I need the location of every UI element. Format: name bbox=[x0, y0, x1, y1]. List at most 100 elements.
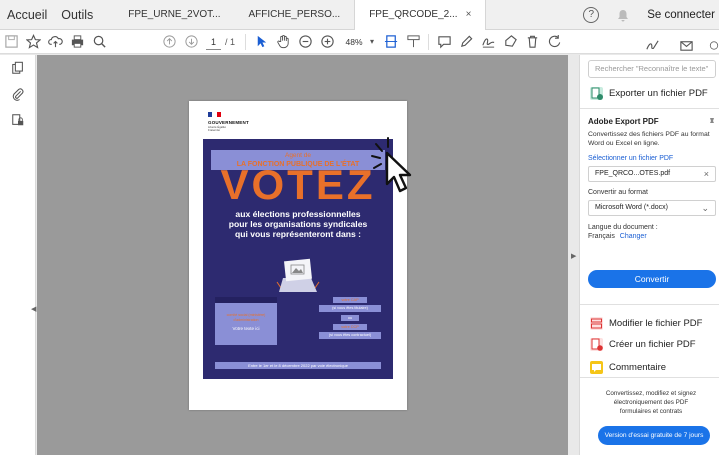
zoom-out-icon[interactable] bbox=[294, 31, 316, 53]
election-poster: Agent de LA FONCTION PUBLIQUE DE L'ÉTAT … bbox=[203, 139, 393, 379]
export-description: Convertissez des fichiers PDF au format … bbox=[588, 131, 710, 147]
top-right-controls: ? Se connecter bbox=[583, 0, 719, 30]
pin-icon[interactable] bbox=[708, 117, 716, 125]
click-cursor-icon bbox=[371, 137, 412, 193]
attachment-icon[interactable] bbox=[0, 81, 36, 107]
right-box-line-3: ou bbox=[341, 315, 359, 321]
promo-line-2: formulaires et contrats bbox=[619, 408, 683, 415]
tab-qrcode[interactable]: FPE_QRCODE_2... × bbox=[354, 0, 487, 30]
comment-icon[interactable] bbox=[433, 31, 455, 53]
zoom-search-icon[interactable] bbox=[88, 31, 110, 53]
rotate-icon[interactable] bbox=[543, 31, 565, 53]
clear-file-icon[interactable]: × bbox=[704, 167, 709, 181]
divider bbox=[580, 304, 719, 305]
scroll-mode-icon[interactable] bbox=[402, 31, 424, 53]
change-language-link[interactable]: Changer bbox=[620, 233, 647, 240]
free-trial-button[interactable]: Version d'essai gratuite de 7 jours bbox=[598, 426, 710, 445]
convert-to-label: Convertir au format bbox=[588, 189, 648, 196]
comment-tool-icon bbox=[590, 361, 603, 374]
modify-pdf-label: Modifier le fichier PDF bbox=[609, 318, 703, 329]
signature-icon[interactable] bbox=[477, 31, 499, 53]
fill-sign-icon[interactable] bbox=[641, 34, 663, 56]
dates-banner: Entre le 1er et le 8 décembre 2022 par v… bbox=[215, 362, 381, 369]
chevron-down-icon: ⌄ bbox=[701, 203, 709, 213]
left-info-box: comité social (ministère) d'administrati… bbox=[215, 297, 277, 345]
divider bbox=[580, 377, 719, 378]
page-total: / 1 bbox=[225, 36, 236, 47]
create-pdf-row[interactable]: Créer un fichier PDF ⌄ bbox=[590, 338, 719, 351]
upload-cloud-icon[interactable] bbox=[44, 31, 66, 53]
left-box-line-3: Votre texte ici bbox=[232, 326, 260, 331]
zoom-in-icon[interactable] bbox=[316, 31, 338, 53]
hand-icon[interactable] bbox=[272, 31, 294, 53]
tab-label: FPE_QRCODE_2... bbox=[369, 8, 458, 20]
pen-icon[interactable] bbox=[455, 31, 477, 53]
fit-page-icon[interactable] bbox=[380, 31, 402, 53]
zoom-level[interactable]: 48% bbox=[338, 37, 370, 47]
votez-heading: VOTEZ bbox=[220, 161, 376, 208]
ballot-urn-illustration bbox=[276, 258, 320, 292]
collapse-left-icon[interactable]: ◀ bbox=[31, 305, 36, 313]
comment-row[interactable]: Commentaire bbox=[590, 361, 719, 374]
comment-label: Commentaire bbox=[609, 362, 667, 373]
stamp-icon[interactable] bbox=[499, 31, 521, 53]
menu-accueil[interactable]: Accueil bbox=[0, 0, 54, 30]
agent-line-1: Agent de bbox=[284, 152, 312, 159]
selected-file-field[interactable]: FPE_QRCO...OTES.pdf × bbox=[588, 166, 716, 182]
promo-line-1: Convertissez, modifiez et signez électro… bbox=[605, 390, 697, 406]
create-pdf-label: Créer un fichier PDF bbox=[609, 339, 696, 350]
promo-text: Convertissez, modifiez et signez électro… bbox=[582, 389, 719, 416]
sign-in-link[interactable]: Se connecter bbox=[647, 9, 715, 21]
convert-button[interactable]: Convertir bbox=[588, 270, 716, 288]
toolbar-right-icons bbox=[641, 34, 719, 56]
help-icon[interactable]: ? bbox=[583, 7, 600, 23]
star-icon[interactable] bbox=[22, 31, 44, 53]
divider bbox=[428, 33, 430, 50]
select-cursor-icon[interactable] bbox=[250, 31, 272, 53]
pages-icon[interactable] bbox=[0, 55, 36, 81]
page-down-icon[interactable] bbox=[180, 31, 202, 53]
tab-urne[interactable]: FPE_URNE_2VOT... bbox=[114, 0, 234, 30]
elections-line-2: pour les organisations syndicales bbox=[228, 219, 368, 229]
modify-pdf-row[interactable]: Modifier le fichier PDF bbox=[590, 317, 719, 330]
create-pdf-icon bbox=[590, 338, 603, 351]
menu-outils[interactable]: Outils bbox=[54, 0, 100, 30]
right-tools-panel: Rechercher "Reconnaître le texte" Export… bbox=[579, 55, 719, 455]
print-icon[interactable] bbox=[66, 31, 88, 53]
save-icon[interactable] bbox=[0, 31, 22, 53]
tab-label: AFFICHE_PERSO... bbox=[248, 8, 341, 20]
select-file-link[interactable]: Sélectionner un fichier PDF bbox=[588, 155, 673, 162]
export-pdf-label: Exporter un fichier PDF bbox=[609, 88, 708, 99]
box-header bbox=[215, 297, 277, 303]
close-icon[interactable]: × bbox=[466, 9, 472, 20]
collapse-right-icon[interactable]: ▶ bbox=[571, 252, 576, 260]
right-info-box: votre CAP (si vous êtes titulaire) ou vo… bbox=[319, 297, 381, 345]
language-value: Français bbox=[588, 233, 615, 240]
language-row: Français Changer bbox=[588, 233, 647, 240]
right-box-line-4: votre CCP bbox=[333, 324, 367, 330]
export-pdf-icon bbox=[590, 87, 603, 100]
elections-line-1: aux élections professionnelles bbox=[235, 209, 361, 219]
bell-icon[interactable] bbox=[617, 9, 629, 22]
export-title: Adobe Export PDF bbox=[588, 117, 659, 126]
export-pdf-row[interactable]: Exporter un fichier PDF ^ bbox=[590, 87, 719, 100]
file-name: FPE_QRCO...OTES.pdf bbox=[595, 170, 671, 177]
page-number-input[interactable]: 1 bbox=[206, 34, 221, 50]
right-box-line-1: votre CAP bbox=[333, 297, 367, 303]
tab-label: FPE_URNE_2VOT... bbox=[128, 8, 221, 20]
format-select[interactable]: Microsoft Word (*.docx) ⌄ bbox=[588, 200, 716, 216]
tab-affiche[interactable]: AFFICHE_PERSO... bbox=[235, 0, 355, 30]
chevron-down-icon[interactable]: ▾ bbox=[370, 37, 374, 46]
language-label: Langue du document : bbox=[588, 224, 658, 231]
mail-icon[interactable] bbox=[675, 34, 697, 56]
trash-icon[interactable] bbox=[521, 31, 543, 53]
toolbar: 1 / 1 48% ▾ bbox=[0, 30, 719, 54]
right-box-line-5: (si vous êtes contractuel) bbox=[319, 332, 381, 339]
lock-page-icon[interactable] bbox=[0, 107, 36, 133]
share-icon[interactable] bbox=[709, 34, 719, 56]
motto-label: Liberté Égalité Fraternité bbox=[208, 125, 226, 133]
format-value: Microsoft Word (*.docx) bbox=[595, 204, 668, 211]
page-up-icon[interactable] bbox=[158, 31, 180, 53]
document-viewport[interactable]: GOUVERNEMENT Liberté Égalité Fraternité … bbox=[37, 55, 568, 455]
tool-search-input[interactable]: Rechercher "Reconnaître le texte" bbox=[588, 60, 716, 78]
